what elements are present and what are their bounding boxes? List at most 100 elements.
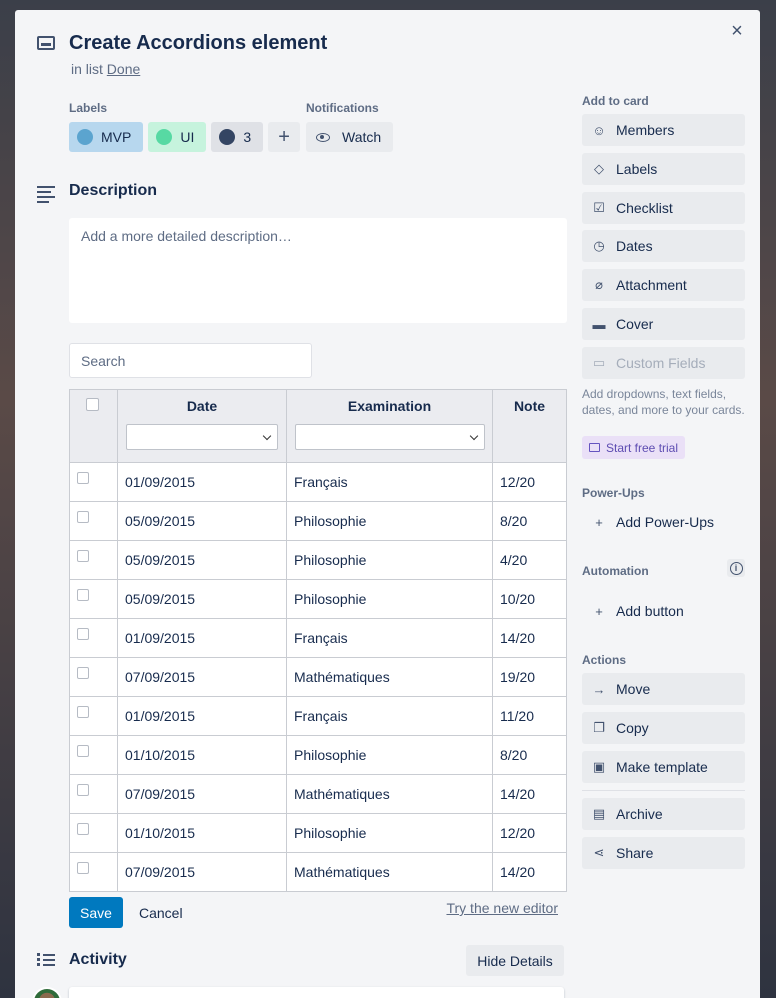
add-to-card-heading: Add to card	[582, 94, 649, 108]
share-icon: ⋖	[593, 845, 605, 860]
hide-details-button[interactable]: Hide Details	[466, 945, 564, 976]
col-note-label: Note	[513, 398, 546, 414]
table-row: 05/09/2015 Philosophie 4/20	[69, 540, 567, 580]
labels-label: Labels	[616, 161, 658, 177]
card-title[interactable]: Create Accordions element	[69, 32, 327, 55]
cell-examination: Mathématiques	[286, 852, 493, 892]
add-button-label: Add button	[616, 603, 684, 619]
share-label: Share	[616, 845, 654, 861]
cell-date: 01/09/2015	[117, 618, 287, 658]
table-row: 07/09/2015 Mathématiques 14/20	[69, 852, 567, 892]
row-checkbox[interactable]	[77, 823, 89, 835]
make-template-label: Make template	[616, 759, 708, 775]
row-checkbox-cell	[69, 735, 118, 775]
share-button[interactable]: ⋖ Share	[582, 837, 745, 869]
label-mvp[interactable]: MVP	[69, 122, 144, 152]
try-new-editor-link[interactable]: Try the new editor	[446, 900, 558, 916]
checklist-button[interactable]: ☑ Checklist	[582, 192, 745, 224]
attachment-button[interactable]: ⌀ Attachment	[582, 269, 745, 301]
label-color-dot	[77, 129, 93, 145]
cell-examination: Philosophie	[286, 579, 493, 619]
labels-button[interactable]: ◇ Labels	[582, 153, 745, 185]
cell-examination: Philosophie	[286, 540, 493, 580]
watch-button[interactable]: Watch	[306, 122, 394, 152]
list-link[interactable]: Done	[107, 61, 140, 77]
table-row: 01/09/2015 Français 14/20	[69, 618, 567, 658]
add-label-button[interactable]: +	[268, 122, 301, 152]
label-3[interactable]: 3	[211, 122, 264, 152]
label-text: 3	[243, 129, 252, 145]
row-checkbox[interactable]	[77, 589, 89, 601]
cell-note: 12/20	[492, 462, 567, 502]
paperclip-icon: ⌀	[595, 277, 603, 292]
dates-button[interactable]: ◷ Dates	[582, 230, 745, 262]
label-ui[interactable]: UI	[148, 122, 207, 152]
cover-icon: ▬	[592, 316, 606, 332]
cell-note: 4/20	[492, 540, 567, 580]
label-text: MVP	[101, 129, 132, 145]
label-color-dot	[219, 129, 236, 145]
add-button-button[interactable]: + Add button	[582, 595, 745, 627]
make-template-button[interactable]: ▣ Make template	[582, 751, 745, 783]
table-row: 07/09/2015 Mathématiques 14/20	[69, 774, 567, 814]
row-checkbox[interactable]	[77, 550, 89, 562]
col-examination-label: Examination	[347, 398, 432, 414]
table-row: 01/09/2015 Français 11/20	[69, 696, 567, 736]
members-button[interactable]: ☺ Members	[582, 114, 745, 146]
cell-examination: Français	[286, 696, 493, 736]
table-search-input[interactable]	[69, 343, 312, 378]
card-detail-modal: × Create Accordions element in list Done…	[15, 10, 760, 998]
row-checkbox[interactable]	[77, 745, 89, 757]
cell-note: 14/20	[492, 618, 567, 658]
template-icon: ▣	[592, 759, 606, 774]
cell-note: 8/20	[492, 501, 567, 541]
select-all-cell	[69, 389, 118, 463]
power-ups-heading: Power-Ups	[582, 486, 645, 500]
description-editor[interactable]: Add a more detailed description…	[69, 218, 567, 323]
archive-label: Archive	[616, 806, 663, 822]
date-filter-select[interactable]	[126, 424, 278, 450]
cell-date: 07/09/2015	[117, 774, 287, 814]
custom-fields-button[interactable]: ▭ Custom Fields	[582, 347, 745, 379]
checkbox-icon: ☑	[593, 200, 605, 215]
in-list-text: in list Done	[71, 61, 140, 77]
cell-date: 05/09/2015	[117, 501, 287, 541]
row-checkbox[interactable]	[77, 667, 89, 679]
cancel-button[interactable]: Cancel	[139, 905, 183, 921]
description-icon	[37, 186, 55, 206]
add-power-ups-button[interactable]: + Add Power-Ups	[582, 506, 745, 538]
close-icon[interactable]: ×	[728, 21, 746, 41]
select-all-checkbox[interactable]	[86, 398, 99, 411]
watch-label: Watch	[342, 129, 382, 145]
row-checkbox[interactable]	[77, 706, 89, 718]
table-row: 07/09/2015 Mathématiques 19/20	[69, 657, 567, 697]
row-checkbox[interactable]	[77, 862, 89, 874]
cell-note: 11/20	[492, 696, 567, 736]
row-checkbox-cell	[69, 813, 118, 853]
row-checkbox-cell	[69, 852, 118, 892]
start-free-trial-button[interactable]: Start free trial	[582, 436, 686, 459]
description-title: Description	[69, 182, 158, 199]
table-row: 05/09/2015 Philosophie 8/20	[69, 501, 567, 541]
row-checkbox[interactable]	[77, 628, 89, 640]
row-checkbox[interactable]	[77, 472, 89, 484]
cover-button[interactable]: ▬ Cover	[582, 308, 745, 340]
copy-button[interactable]: ❐ Copy	[582, 712, 745, 744]
eye-icon	[316, 132, 330, 142]
folder-icon: ▭	[592, 355, 606, 370]
avatar[interactable]	[32, 987, 62, 998]
row-checkbox[interactable]	[77, 784, 89, 796]
examination-filter-select[interactable]	[294, 424, 485, 450]
tag-icon: ◇	[594, 161, 604, 176]
custom-fields-label: Custom Fields	[616, 355, 706, 371]
person-icon: ☺	[592, 122, 606, 138]
activity-title: Activity	[69, 951, 127, 968]
move-button[interactable]: → Move	[582, 673, 745, 705]
cell-date: 01/09/2015	[117, 696, 287, 736]
info-icon[interactable]: i	[727, 559, 745, 577]
row-checkbox[interactable]	[77, 511, 89, 523]
archive-button[interactable]: ▤ Archive	[582, 798, 745, 830]
save-button[interactable]: Save	[69, 897, 123, 928]
comment-input[interactable]	[69, 987, 564, 998]
label-text: UI	[180, 129, 195, 145]
